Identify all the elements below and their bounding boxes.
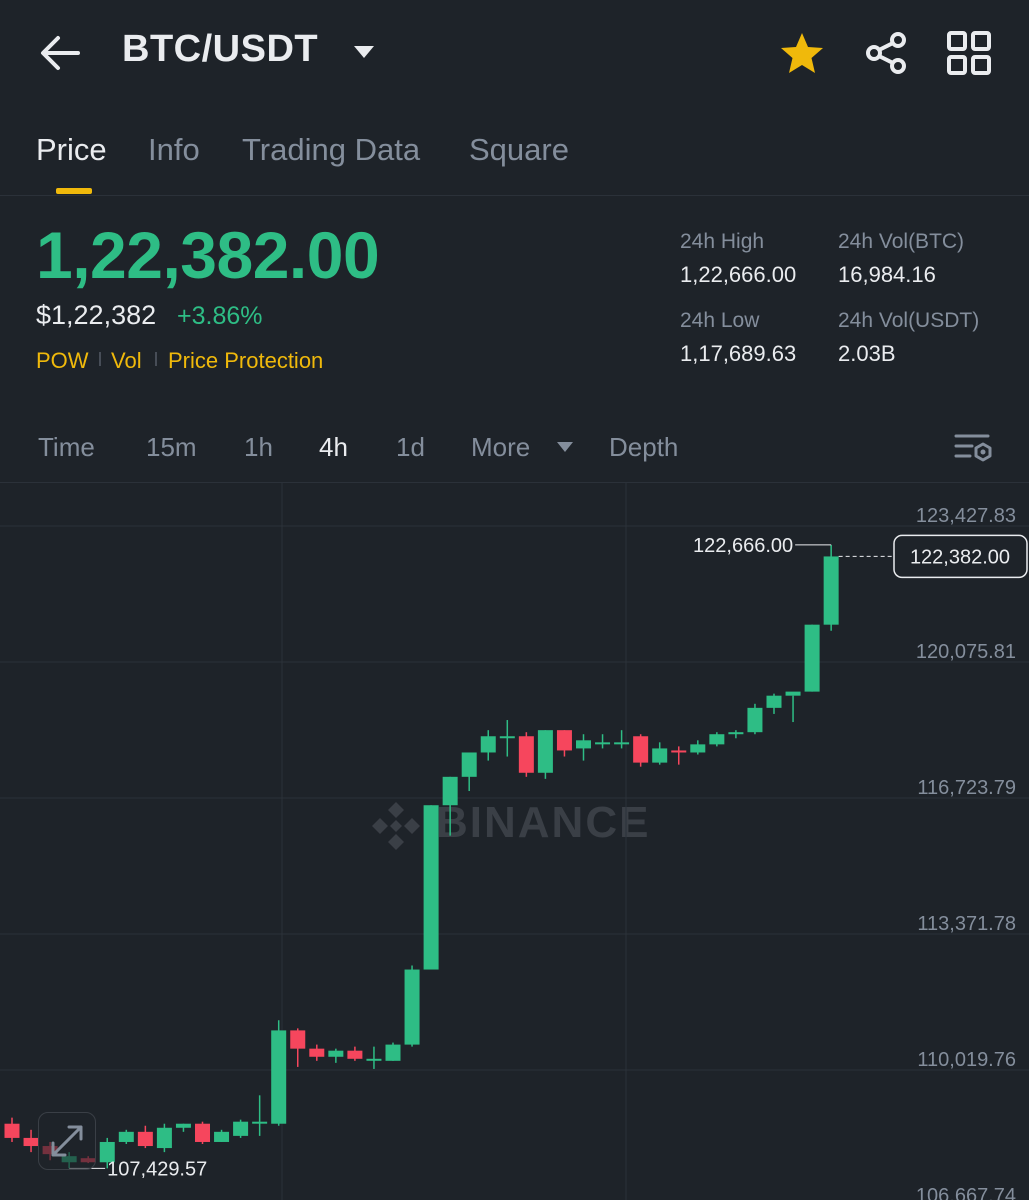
vol-btc-value: 16,984.16 bbox=[838, 262, 936, 287]
low-label: 24h Low bbox=[680, 309, 760, 332]
chart-settings-icon[interactable] bbox=[954, 430, 994, 466]
grid-menu-icon[interactable] bbox=[946, 30, 992, 76]
tab-divider bbox=[0, 195, 1029, 196]
candle-body bbox=[404, 969, 420, 1045]
candle-body bbox=[290, 1030, 306, 1049]
tag-vol[interactable]: Vol bbox=[111, 348, 142, 374]
candlestick-chart[interactable]: 123,427.83 120,075.81 116,723.79 113,371.78… bbox=[0, 483, 1029, 1200]
more-caret-icon[interactable] bbox=[556, 441, 574, 453]
tab-info[interactable]: Info bbox=[148, 132, 200, 168]
interval-1h[interactable]: 1h bbox=[244, 432, 273, 463]
candle-body bbox=[347, 1050, 363, 1059]
tab-price[interactable]: Price bbox=[36, 132, 107, 168]
candle-body bbox=[728, 732, 744, 735]
y-tick-label: 116,723.79 bbox=[917, 777, 1016, 799]
candle-body bbox=[785, 691, 801, 696]
candle-body bbox=[309, 1048, 325, 1057]
tab-trading-data[interactable]: Trading Data bbox=[242, 132, 420, 168]
candle-body bbox=[271, 1030, 287, 1124]
candle-body bbox=[499, 736, 515, 739]
tag-price-protection[interactable]: Price Protection bbox=[168, 348, 323, 374]
candle-body bbox=[633, 736, 649, 763]
back-arrow-icon[interactable] bbox=[38, 33, 82, 73]
candle-body bbox=[461, 752, 477, 777]
candle-body bbox=[709, 734, 725, 745]
candle-body bbox=[156, 1127, 172, 1149]
high-label: 24h High bbox=[680, 230, 765, 253]
candle-body bbox=[595, 742, 611, 745]
low-value: 1,17,689.63 bbox=[680, 341, 797, 366]
candle-body bbox=[518, 736, 534, 773]
price-change-percent: +3.86% bbox=[177, 302, 263, 330]
candle-body bbox=[175, 1123, 191, 1128]
vol-usdt-label: 24h Vol(USDT) bbox=[838, 309, 980, 332]
candle-body bbox=[423, 805, 439, 970]
candle-body bbox=[233, 1121, 249, 1136]
candle-body bbox=[328, 1050, 344, 1057]
interval-1d[interactable]: 1d bbox=[396, 432, 425, 463]
tag-separator bbox=[155, 352, 157, 366]
candle-body bbox=[747, 707, 763, 733]
candle-body bbox=[118, 1131, 134, 1142]
tag-pow[interactable]: POW bbox=[36, 348, 89, 374]
candle-body bbox=[652, 748, 668, 763]
candle-body bbox=[442, 776, 458, 806]
interval-15m[interactable]: 15m bbox=[146, 432, 197, 463]
candle-body bbox=[137, 1131, 153, 1147]
interval-time[interactable]: Time bbox=[38, 432, 95, 463]
last-price-label: 122,382.00 bbox=[910, 546, 1010, 568]
y-tick-label: 110,019.76 bbox=[917, 1049, 1016, 1071]
vol-btc-label: 24h Vol(BTC) bbox=[838, 230, 965, 253]
active-tab-indicator bbox=[56, 188, 92, 194]
high-value: 1,22,666.00 bbox=[680, 262, 797, 287]
y-tick-label: 120,075.81 bbox=[916, 641, 1016, 663]
candle-body bbox=[556, 730, 572, 751]
caret-down-icon[interactable] bbox=[352, 44, 376, 60]
candle-body bbox=[614, 742, 630, 745]
trading-pair-title[interactable]: BTC/USDT bbox=[122, 28, 318, 71]
candle-body bbox=[576, 740, 591, 749]
candle-body bbox=[252, 1121, 268, 1124]
candle-body bbox=[385, 1044, 401, 1061]
y-tick-label: 123,427.83 bbox=[916, 505, 1016, 527]
candle-body bbox=[480, 736, 496, 753]
candle-body bbox=[4, 1123, 20, 1138]
candle-body bbox=[804, 624, 820, 692]
high-marker-label: 122,666.00 bbox=[693, 535, 793, 557]
y-tick-label: 113,371.78 bbox=[917, 913, 1016, 935]
expand-chart-icon[interactable] bbox=[38, 1112, 96, 1170]
share-icon[interactable] bbox=[862, 30, 910, 76]
y-tick-label: 106,667.74 bbox=[916, 1185, 1016, 1200]
candle-body bbox=[690, 744, 706, 753]
tab-square[interactable]: Square bbox=[469, 132, 569, 168]
candle-body bbox=[671, 750, 687, 753]
candle-body bbox=[366, 1058, 382, 1061]
last-price: 1,22,382.00 bbox=[36, 218, 380, 292]
candle-body bbox=[214, 1131, 230, 1142]
tag-separator bbox=[99, 352, 101, 366]
candle-body bbox=[195, 1123, 210, 1142]
candle-body bbox=[23, 1137, 39, 1147]
interval-depth[interactable]: Depth bbox=[609, 432, 678, 463]
interval-4h[interactable]: 4h bbox=[319, 432, 348, 463]
low-marker-label: 107,429.57 bbox=[107, 1158, 207, 1180]
candle-body bbox=[766, 695, 782, 708]
usd-value: $1,22,382 bbox=[36, 300, 157, 330]
interval-more[interactable]: More bbox=[471, 432, 530, 463]
vol-usdt-value: 2.03B bbox=[838, 341, 896, 366]
candle-body bbox=[537, 730, 553, 773]
candle-body bbox=[823, 556, 839, 625]
star-icon[interactable] bbox=[778, 30, 826, 76]
